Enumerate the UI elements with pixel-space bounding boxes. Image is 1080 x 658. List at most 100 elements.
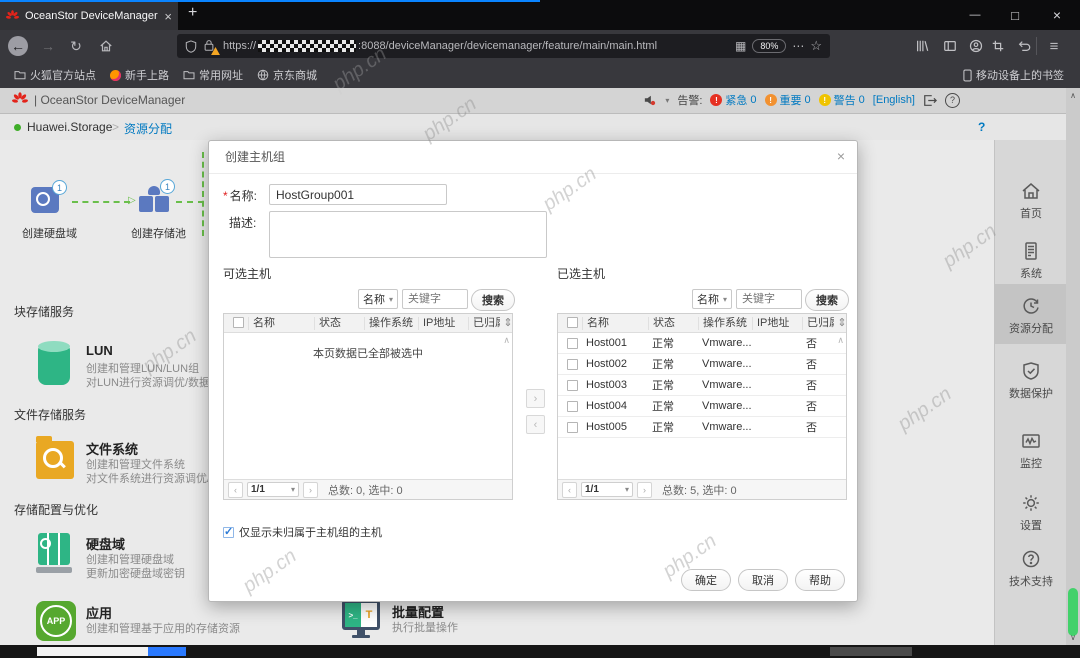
forward-button[interactable]: → <box>38 36 58 56</box>
search-field-select[interactable]: 名称▾ <box>692 289 732 309</box>
hscrollbar-track[interactable] <box>37 647 148 656</box>
select-all-checkbox[interactable] <box>567 317 578 328</box>
url-bar[interactable]: https://:8088/deviceManager/devicemanage… <box>177 34 830 58</box>
scrollbar-down-icon[interactable]: ∨ <box>1066 633 1080 642</box>
flow-step-label[interactable]: 创建存储池 <box>131 225 186 241</box>
hscrollbar-thumb[interactable] <box>148 647 186 656</box>
scrollbar-up-icon[interactable]: ∧ <box>1066 91 1080 100</box>
help-icon[interactable]: ? <box>945 93 960 108</box>
search-button[interactable]: 搜索 <box>471 289 515 311</box>
prev-page-button[interactable]: ‹ <box>562 482 577 498</box>
sidebar-item-support[interactable]: 技术支持 <box>995 548 1067 589</box>
row-checkbox[interactable] <box>567 422 578 433</box>
home-button[interactable] <box>96 36 116 56</box>
alarm-major[interactable]: ! 重要 0 <box>765 92 811 108</box>
disk-domain-icon[interactable] <box>36 533 72 573</box>
sidebar-item-home[interactable]: 首页 <box>995 180 1067 221</box>
file-system-icon[interactable] <box>36 441 74 479</box>
dialog-close-icon[interactable]: × <box>837 149 845 163</box>
library-icon[interactable] <box>912 36 932 56</box>
bookmark-item[interactable]: 火狐官方站点 <box>14 67 96 83</box>
table-row[interactable]: Host005 正常 Vmware... 否 <box>558 417 846 438</box>
move-left-button[interactable]: ‹ <box>526 415 545 434</box>
row-checkbox[interactable] <box>567 401 578 412</box>
reload-button[interactable]: ↻ <box>66 36 86 56</box>
bookmark-item[interactable]: 京东商城 <box>257 67 317 83</box>
window-close-button[interactable]: × <box>1044 0 1070 30</box>
sidebar-item-settings[interactable]: 设置 <box>995 492 1067 533</box>
move-right-button[interactable]: › <box>526 389 545 408</box>
scroll-up-icon[interactable]: ∧ <box>503 335 510 346</box>
lun-icon[interactable] <box>38 341 70 385</box>
row-checkbox[interactable] <box>567 359 578 370</box>
sidebar-item-allocation[interactable]: 资源分配 <box>995 295 1067 336</box>
table-row[interactable]: Host001 正常 Vmware... 否 <box>558 333 846 354</box>
window-minimize-button[interactable]: — <box>962 0 988 30</box>
bookmark-star-icon[interactable]: ☆ <box>810 38 822 54</box>
search-field-select[interactable]: 名称▾ <box>358 289 398 309</box>
page-actions-icon[interactable]: ⋯ <box>792 39 804 53</box>
back-button[interactable]: ← <box>8 36 28 56</box>
service-lun-title[interactable]: LUN <box>86 343 113 358</box>
browser-tab[interactable]: OceanStor DeviceManager × <box>0 2 178 30</box>
alarm-caret-icon[interactable]: ▾ <box>665 96 669 105</box>
select-all-checkbox[interactable] <box>233 317 244 328</box>
alarm-speaker-icon[interactable] <box>643 94 657 106</box>
account-icon[interactable] <box>966 36 986 56</box>
next-page-button[interactable]: › <box>637 482 652 498</box>
sidebar-item-system[interactable]: 系统 <box>995 240 1067 281</box>
window-restore-button[interactable]: □ <box>1002 0 1028 30</box>
language-switch[interactable]: [English] <box>873 94 915 106</box>
scrollbar-thumb[interactable] <box>1068 588 1078 636</box>
application-icon[interactable]: APP <box>36 601 76 641</box>
page-help-link[interactable]: ? <box>978 120 985 134</box>
help-button[interactable]: 帮助 <box>795 569 845 591</box>
sidebar-item-monitor[interactable]: 监控 <box>995 430 1067 471</box>
zoom-level-badge[interactable]: 80% <box>752 39 786 53</box>
column-settings-icon[interactable]: ⇕ <box>500 317 512 330</box>
table-row[interactable]: Host003 正常 Vmware... 否 <box>558 375 846 396</box>
bookmark-item[interactable]: 常用网址 <box>183 67 243 83</box>
screenshot-crop-icon[interactable] <box>988 36 1008 56</box>
cancel-button[interactable]: 取消 <box>738 569 788 591</box>
filter-checkbox-row[interactable]: ✓ 仅显示未归属于主机组的主机 <box>223 524 382 540</box>
sidebars-icon[interactable] <box>940 36 960 56</box>
batch-config-icon[interactable]: >_T <box>342 600 380 630</box>
new-tab-button[interactable]: + <box>188 4 197 22</box>
bookmark-item[interactable]: 新手上路 <box>110 67 169 83</box>
alarm-critical[interactable]: ! 紧急 0 <box>710 92 756 108</box>
breadcrumb-page[interactable]: 资源分配 <box>124 120 172 137</box>
filter-checkbox[interactable]: ✓ <box>223 527 234 538</box>
row-checkbox[interactable] <box>567 338 578 349</box>
connection-lock-icon[interactable] <box>203 39 217 53</box>
row-checkbox[interactable] <box>567 380 578 391</box>
ok-button[interactable]: 确定 <box>681 569 731 591</box>
mobile-bookmarks[interactable]: 移动设备上的书签 <box>963 67 1064 83</box>
flow-step-label[interactable]: 创建硬盘域 <box>22 225 77 241</box>
next-page-button[interactable]: › <box>303 482 318 498</box>
table-row[interactable]: Host004 正常 Vmware... 否 <box>558 396 846 417</box>
prev-page-button[interactable]: ‹ <box>228 482 243 498</box>
description-textarea[interactable] <box>269 211 547 258</box>
undo-arrow-icon[interactable] <box>1014 36 1034 56</box>
logout-icon[interactable] <box>923 94 937 107</box>
sidebar-item-protection[interactable]: 数据保护 <box>995 360 1067 401</box>
scroll-up-icon[interactable]: ∧ <box>837 335 844 346</box>
breadcrumb-device[interactable]: Huawei.Storage <box>27 120 112 134</box>
page-select[interactable]: 1/1▾ <box>581 482 633 497</box>
alarm-warning[interactable]: ! 警告 0 <box>819 92 865 108</box>
menu-icon[interactable]: ≡ <box>1044 36 1064 56</box>
table-row[interactable]: Host002 正常 Vmware... 否 <box>558 354 846 375</box>
hscrollbar-segment[interactable] <box>830 647 912 656</box>
qr-code-icon[interactable]: ▦ <box>735 39 746 53</box>
search-button[interactable]: 搜索 <box>805 289 849 311</box>
tech-support-icon <box>1020 548 1042 570</box>
available-hosts-table: 名称 状态 操作系统 IP地址 已归属.. ⇕ 本页数据已全部被选中 ∧ ‹ 1… <box>223 313 513 500</box>
keyword-input[interactable] <box>402 289 468 309</box>
page-select[interactable]: 1/1▾ <box>247 482 299 497</box>
column-settings-icon[interactable]: ⇕ <box>834 317 846 330</box>
name-input[interactable] <box>269 184 447 205</box>
keyword-input[interactable] <box>736 289 802 309</box>
tab-close-icon[interactable]: × <box>164 9 172 24</box>
vertical-scrollbar[interactable]: ∧ ∨ <box>1066 88 1080 645</box>
